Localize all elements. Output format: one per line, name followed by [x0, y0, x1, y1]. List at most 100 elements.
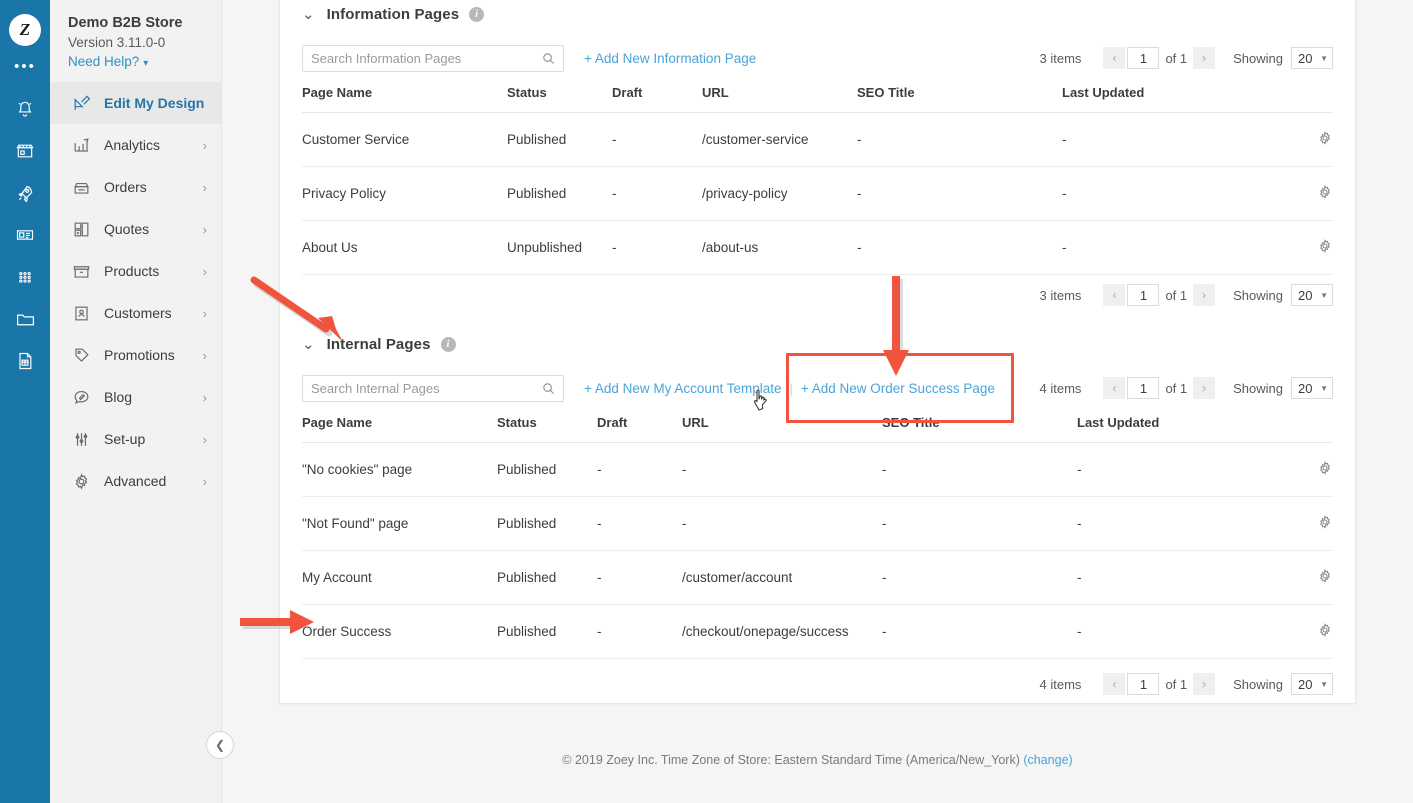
next-page-button[interactable]: ›: [1193, 284, 1216, 306]
information-pages-pager-bottom-row: 3 items ‹ of 1 › Showing 20 ▼: [280, 275, 1355, 315]
search-icon: [541, 381, 556, 401]
page-total-label: of 1: [1165, 676, 1188, 692]
cell-seo-title: -: [857, 220, 1062, 275]
row-actions[interactable]: [1292, 550, 1333, 605]
gear-icon[interactable]: [1317, 184, 1333, 203]
gear-icon[interactable]: [1317, 568, 1333, 587]
information-pages-pager-top: 3 items ‹ of 1 › Showing 20 ▼: [1040, 47, 1333, 69]
information-pages-pager-bottom: 3 items ‹ of 1 › Showing 20 ▼: [1040, 284, 1333, 306]
sidebar-item-set-up[interactable]: Set-up ›: [50, 418, 221, 460]
zoey-logo-icon[interactable]: Z: [9, 14, 41, 46]
search-information-pages-box[interactable]: [302, 44, 564, 72]
row-actions[interactable]: [1292, 112, 1333, 167]
gear-icon[interactable]: [1317, 130, 1333, 149]
row-actions[interactable]: [1292, 166, 1333, 221]
sidebar-item-advanced[interactable]: Advanced ›: [50, 460, 221, 502]
table-row[interactable]: My Account Published - /customer/account…: [302, 550, 1333, 605]
row-actions[interactable]: [1292, 220, 1333, 275]
sidebar-item-products[interactable]: Products ›: [50, 250, 221, 292]
sidebar-item-blog[interactable]: Blog ›: [50, 376, 221, 418]
next-page-button[interactable]: ›: [1193, 377, 1216, 399]
gear-icon[interactable]: [1317, 238, 1333, 257]
sidebar-item-label: Set-up: [104, 431, 146, 447]
app-root: Z ••• Demo B2B Store Version 3.11.0-0 Ne…: [0, 0, 1413, 803]
search-internal-pages-box[interactable]: [302, 374, 564, 402]
chevron-down-icon: ▼: [1320, 290, 1328, 300]
status-badge: Published: [507, 166, 612, 221]
folder-icon[interactable]: [0, 298, 50, 340]
prev-page-button[interactable]: ‹: [1103, 377, 1126, 399]
sidebar-item-edit-my-design[interactable]: Edit My Design: [50, 82, 221, 124]
prev-page-button[interactable]: ‹: [1103, 284, 1126, 306]
chevron-right-icon: ›: [202, 431, 207, 447]
page-number-input[interactable]: [1127, 284, 1160, 306]
sidebar-item-customers[interactable]: Customers ›: [50, 292, 221, 334]
column-status: Status: [497, 409, 597, 443]
rocket-icon[interactable]: [0, 172, 50, 214]
sidebar-item-label: Blog: [104, 389, 133, 405]
status-badge: Published: [497, 496, 597, 551]
cell-draft: -: [597, 604, 682, 659]
page-size-select[interactable]: 20 ▼: [1291, 673, 1333, 695]
table-row[interactable]: Customer Service Published - /customer-s…: [302, 112, 1333, 167]
add-new-my-account-template-link[interactable]: + Add New My Account Template: [584, 381, 781, 396]
search-input[interactable]: [303, 375, 563, 401]
document-icon[interactable]: [0, 340, 50, 382]
chevron-down-icon[interactable]: ⌄: [302, 7, 315, 22]
page-size-value: 20: [1298, 50, 1313, 66]
sidebar-item-analytics[interactable]: Analytics ›: [50, 124, 221, 166]
page-size-select[interactable]: 20 ▼: [1291, 284, 1333, 306]
table-row[interactable]: Privacy Policy Published - /privacy-poli…: [302, 166, 1333, 221]
cell-seo-title: -: [882, 604, 1077, 659]
gear-icon[interactable]: [1317, 460, 1333, 479]
next-page-button[interactable]: ›: [1193, 47, 1216, 69]
sidebar-item-label: Analytics: [104, 137, 161, 153]
sidebar-item-quotes[interactable]: Quotes ›: [50, 208, 221, 250]
need-help-link[interactable]: Need Help? ▾: [68, 52, 221, 74]
internal-pages-table: Page Name Status Draft URL SEO Title Las…: [302, 409, 1333, 659]
page-size-select[interactable]: 20 ▼: [1291, 47, 1333, 69]
table-row[interactable]: About Us Unpublished - /about-us - -: [302, 220, 1333, 275]
gear-icon[interactable]: [1317, 514, 1333, 533]
storefront-icon[interactable]: [0, 130, 50, 172]
customers-card-icon: [68, 304, 94, 323]
cell-draft: -: [612, 112, 702, 167]
page-size-select[interactable]: 20 ▼: [1291, 377, 1333, 399]
prev-page-button[interactable]: ‹: [1103, 47, 1126, 69]
grid-dots-icon[interactable]: [0, 256, 50, 298]
prev-page-button[interactable]: ‹: [1103, 673, 1126, 695]
chevron-down-icon: ▼: [1320, 679, 1328, 689]
table-row[interactable]: "Not Found" page Published - - - -: [302, 496, 1333, 551]
page-number-input[interactable]: [1127, 673, 1160, 695]
info-icon[interactable]: i: [469, 6, 485, 22]
table-row[interactable]: "No cookies" page Published - - - -: [302, 442, 1333, 497]
gear-icon[interactable]: [1317, 622, 1333, 641]
page-size-value: 20: [1298, 380, 1313, 396]
sidebar-item-orders[interactable]: Orders ›: [50, 166, 221, 208]
next-page-button[interactable]: ›: [1193, 673, 1216, 695]
row-actions[interactable]: [1292, 496, 1333, 551]
column-page-name: Page Name: [302, 409, 497, 443]
sidebar-collapse-button[interactable]: ❮: [206, 731, 234, 759]
cell-url: /customer-service: [702, 112, 857, 167]
row-actions[interactable]: [1292, 442, 1333, 497]
page-number-input[interactable]: [1127, 377, 1160, 399]
add-new-order-success-page-link[interactable]: + Add New Order Success Page: [801, 381, 995, 396]
page-number-input[interactable]: [1127, 47, 1160, 69]
bell-icon[interactable]: [0, 88, 50, 130]
news-card-icon[interactable]: [0, 214, 50, 256]
sidebar-item-label: Advanced: [104, 473, 167, 489]
status-badge: Published: [497, 442, 597, 497]
info-icon[interactable]: i: [440, 336, 456, 352]
column-seo-title: SEO Title: [882, 409, 1077, 443]
search-input[interactable]: [303, 45, 563, 71]
table-row[interactable]: Order Success Published - /checkout/onep…: [302, 604, 1333, 659]
showing-label: Showing: [1233, 287, 1283, 303]
change-timezone-link[interactable]: (change): [1023, 753, 1072, 767]
add-new-information-page-link[interactable]: + Add New Information Page: [584, 51, 756, 66]
row-actions[interactable]: [1292, 604, 1333, 659]
products-box-icon: [68, 262, 94, 281]
chevron-down-icon[interactable]: ⌄: [302, 337, 315, 352]
more-dots-icon[interactable]: •••: [0, 46, 50, 88]
sidebar-item-promotions[interactable]: Promotions ›: [50, 334, 221, 376]
